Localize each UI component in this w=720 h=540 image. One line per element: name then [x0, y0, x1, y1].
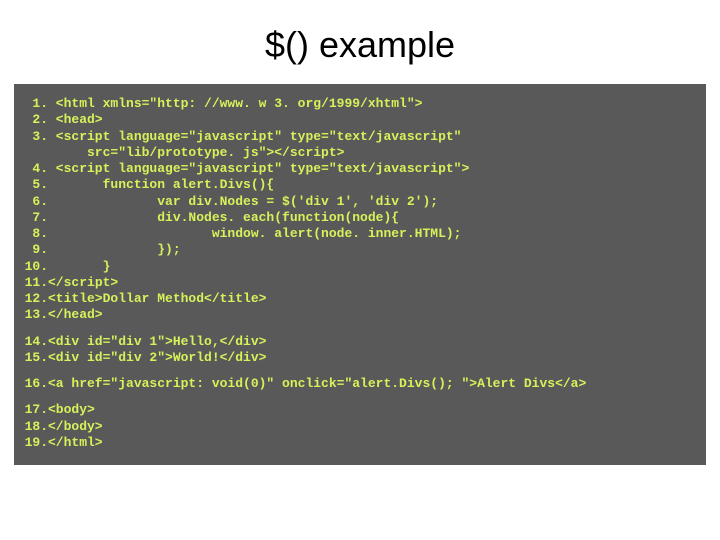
slide: $() example 1. <html xmlns="http: //www.…	[0, 0, 720, 540]
code-line: 6. var div.Nodes = $('div 1', 'div 2');	[24, 194, 696, 210]
code-line: 5. function alert.Divs(){	[24, 177, 696, 193]
code-line: 3. <script language="javascript" type="t…	[24, 129, 696, 145]
code-line: 8. window. alert(node. inner.HTML);	[24, 226, 696, 242]
code-line: 17.<body>	[24, 402, 696, 418]
code-line: 1. <html xmlns="http: //www. w 3. org/19…	[24, 96, 696, 112]
slide-title: $() example	[0, 0, 720, 84]
code-line: 13.</head>	[24, 307, 696, 323]
code-block: 1. <html xmlns="http: //www. w 3. org/19…	[14, 84, 706, 465]
code-line: 19.</html>	[24, 435, 696, 451]
code-line: 12.<title>Dollar Method</title>	[24, 291, 696, 307]
code-line: 7. div.Nodes. each(function(node){	[24, 210, 696, 226]
code-line: 9. });	[24, 242, 696, 258]
code-line: 18.</body>	[24, 419, 696, 435]
code-line: 2. <head>	[24, 112, 696, 128]
code-line: 16.<a href="javascript: void(0)" onclick…	[24, 376, 696, 392]
code-line: 11.</script>	[24, 275, 696, 291]
code-line: 4. <script language="javascript" type="t…	[24, 161, 696, 177]
code-line: src="lib/prototype. js"></script>	[24, 145, 696, 161]
code-line: 10. }	[24, 259, 696, 275]
code-line: 14.<div id="div 1">Hello,</div>	[24, 334, 696, 350]
code-line: 15.<div id="div 2">World!</div>	[24, 350, 696, 366]
